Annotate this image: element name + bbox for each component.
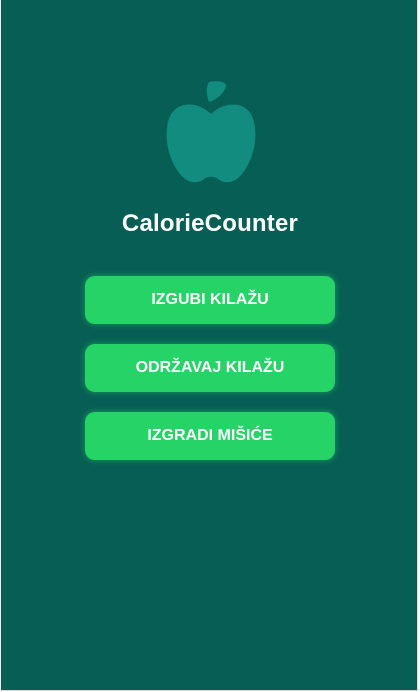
build-muscle-button[interactable]: IZGRADI MIŠIĆE — [85, 412, 335, 460]
app-title: CalorieCounter — [121, 210, 299, 237]
apple-icon — [166, 81, 256, 183]
lose-weight-button[interactable]: IZGUBI KILAŽU — [85, 276, 335, 324]
app-screen: CalorieCounter IZGUBI KILAŽU ODRŽAVAJ KI… — [1, 0, 418, 691]
maintain-weight-button[interactable]: ODRŽAVAJ KILAŽU — [85, 344, 335, 392]
